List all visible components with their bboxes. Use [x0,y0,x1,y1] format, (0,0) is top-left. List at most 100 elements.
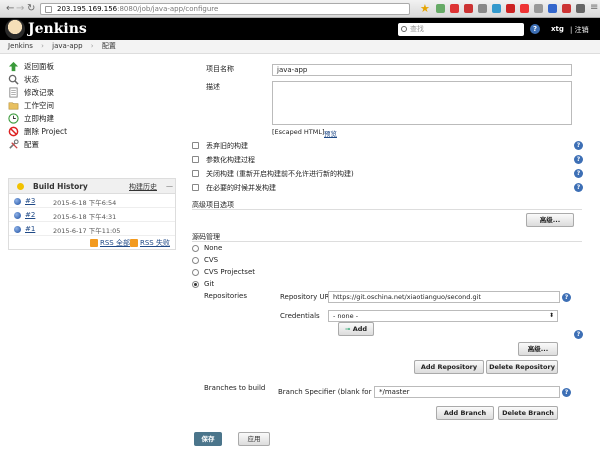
credentials-select[interactable]: - none - ⬍ [328,310,558,322]
extension-icon[interactable] [478,4,487,13]
page-icon [45,6,52,13]
reload-icon[interactable]: ↻ [27,4,35,14]
build-trend-link[interactable]: 构建历史 [129,182,157,192]
scm-option-label: CVS Projectset [204,268,255,276]
rss-all-label: RSS 全部 [100,239,130,247]
extension-icon[interactable] [436,4,445,13]
description-label: 描述 [206,83,220,91]
sidebar-item-configure[interactable]: 配置 [8,138,178,151]
escaped-html-label: [Escaped HTML] [272,128,325,136]
scm-option-label: None [204,244,223,252]
sidebar-item-label: 状态 [24,75,39,84]
build-number[interactable]: #2 [25,211,35,219]
help-icon[interactable]: ? [574,330,583,339]
help-icon[interactable]: ? [530,24,540,34]
rss-failed-link[interactable]: RSS 失败 [130,238,170,248]
branches-to-build-label: Branches to build [204,384,266,392]
extension-icon[interactable] [576,4,585,13]
breadcrumb-job[interactable]: java-app [52,42,82,50]
save-button[interactable]: 保存 [194,432,222,446]
extension-icon[interactable] [492,4,501,13]
build-row[interactable]: #2 2015-6-18 下午4:31 [9,208,175,222]
scm-cvs-radio[interactable] [192,257,199,264]
tools-icon [9,139,19,149]
add-button-label: Add [352,325,368,333]
divider [192,241,582,242]
apply-button[interactable]: 应用 [238,432,270,446]
project-name-label: 项目名称 [206,65,234,73]
build-row[interactable]: #1 2015-6-17 下午11:05 [9,222,175,236]
add-repository-button[interactable]: Add Repository [414,360,484,374]
advanced-button[interactable]: 高级... [526,213,574,227]
help-icon[interactable]: ? [574,183,583,192]
help-icon[interactable]: ? [562,388,571,397]
sidebar-item-status[interactable]: 状态 [8,73,178,86]
forward-arrow-icon[interactable]: → [16,4,24,14]
brand-title[interactable]: Jenkins [28,21,87,37]
option-label: 关闭构建 (重新开启构建前不允许进行新的构建) [206,170,354,178]
divider [192,209,582,210]
logout-link[interactable]: | 注销 [570,25,589,35]
delete-branch-button[interactable]: Delete Branch [498,406,558,420]
scm-cvs-projectset-radio[interactable] [192,269,199,276]
build-history-title: Build History [33,182,88,191]
sidebar-item-back-to-dashboard[interactable]: 返回面板 [8,60,178,73]
address-bar[interactable]: 203.195.169.156:8080/job/java-app/config… [40,3,410,15]
help-icon[interactable]: ? [574,169,583,178]
rss-all-link[interactable]: RSS 全部 [90,238,130,248]
help-icon[interactable]: ? [562,293,571,302]
project-name-input[interactable]: java-app [272,64,572,76]
jenkins-logo-icon[interactable] [5,19,25,39]
extension-icon[interactable] [450,4,459,13]
extension-icon[interactable] [534,4,543,13]
build-number[interactable]: #1 [25,225,35,233]
collapse-icon[interactable]: — [166,182,173,190]
concurrent-build-checkbox[interactable] [192,184,199,191]
scm-none-radio[interactable] [192,245,199,252]
scm-git-radio[interactable] [192,281,199,288]
breadcrumb-jenkins[interactable]: Jenkins [8,42,33,50]
menu-icon[interactable]: ≡ [590,3,598,13]
credentials-value: - none - [333,312,359,320]
build-history-header: Build History 构建历史 — [9,179,175,194]
sidebar-item-workspace[interactable]: 工作空间 [8,99,178,112]
up-arrow-icon [8,61,19,72]
sidebar-item-delete-project[interactable]: 删除 Project [8,125,178,138]
extension-icon[interactable] [464,4,473,13]
build-number[interactable]: #3 [25,197,35,205]
user-link[interactable]: xtg [551,25,564,33]
build-row[interactable]: #3 2015-6-18 下午6:54 [9,194,175,208]
weather-sun-icon [17,183,24,190]
branch-specifier-input[interactable]: */master [374,386,560,398]
sidebar: 返回面板 状态 修改记录 工作空间 立即构建 删除 Project 配置 [8,60,178,151]
delete-repository-button[interactable]: Delete Repository [486,360,558,374]
sidebar-item-build-now[interactable]: 立即构建 [8,112,178,125]
extension-icon[interactable] [506,4,515,13]
sidebar-item-changes[interactable]: 修改记录 [8,86,178,99]
extension-icon[interactable] [562,4,571,13]
back-arrow-icon[interactable]: ← [6,4,14,14]
disable-build-checkbox[interactable] [192,170,199,177]
advanced-repo-button[interactable]: 高级... [518,342,558,356]
url-path: :8080/job/java-app/configure [117,5,219,13]
extension-icon[interactable] [548,4,557,13]
breadcrumb-configure[interactable]: 配置 [102,42,116,50]
sidebar-item-label: 返回面板 [24,62,54,71]
add-branch-button[interactable]: Add Branch [436,406,494,420]
configure-form: 项目名称 java-app 描述 [Escaped HTML] 预览 丢弃旧的构… [188,54,600,462]
description-textarea[interactable] [272,81,572,125]
discard-old-builds-checkbox[interactable] [192,142,199,149]
repository-url-input[interactable]: https://git.oschina.net/xiaotianguo/seco… [328,291,560,303]
build-date: 2015-6-18 下午4:31 [53,213,117,221]
clock-icon [8,113,19,124]
add-credentials-button[interactable]: ⊸ Add [338,322,374,336]
search-input[interactable]: 查找 [398,23,524,36]
help-icon[interactable]: ? [574,141,583,150]
help-icon[interactable]: ? [574,155,583,164]
parameterized-checkbox[interactable] [192,156,199,163]
bookmark-star-icon[interactable]: ★ [420,2,430,15]
jenkins-header: Jenkins 查找 ? xtg | 注销 [0,18,600,40]
scm-option-label: CVS [204,256,219,264]
extension-icon[interactable] [520,4,529,13]
preview-link[interactable]: 预览 [324,128,337,138]
